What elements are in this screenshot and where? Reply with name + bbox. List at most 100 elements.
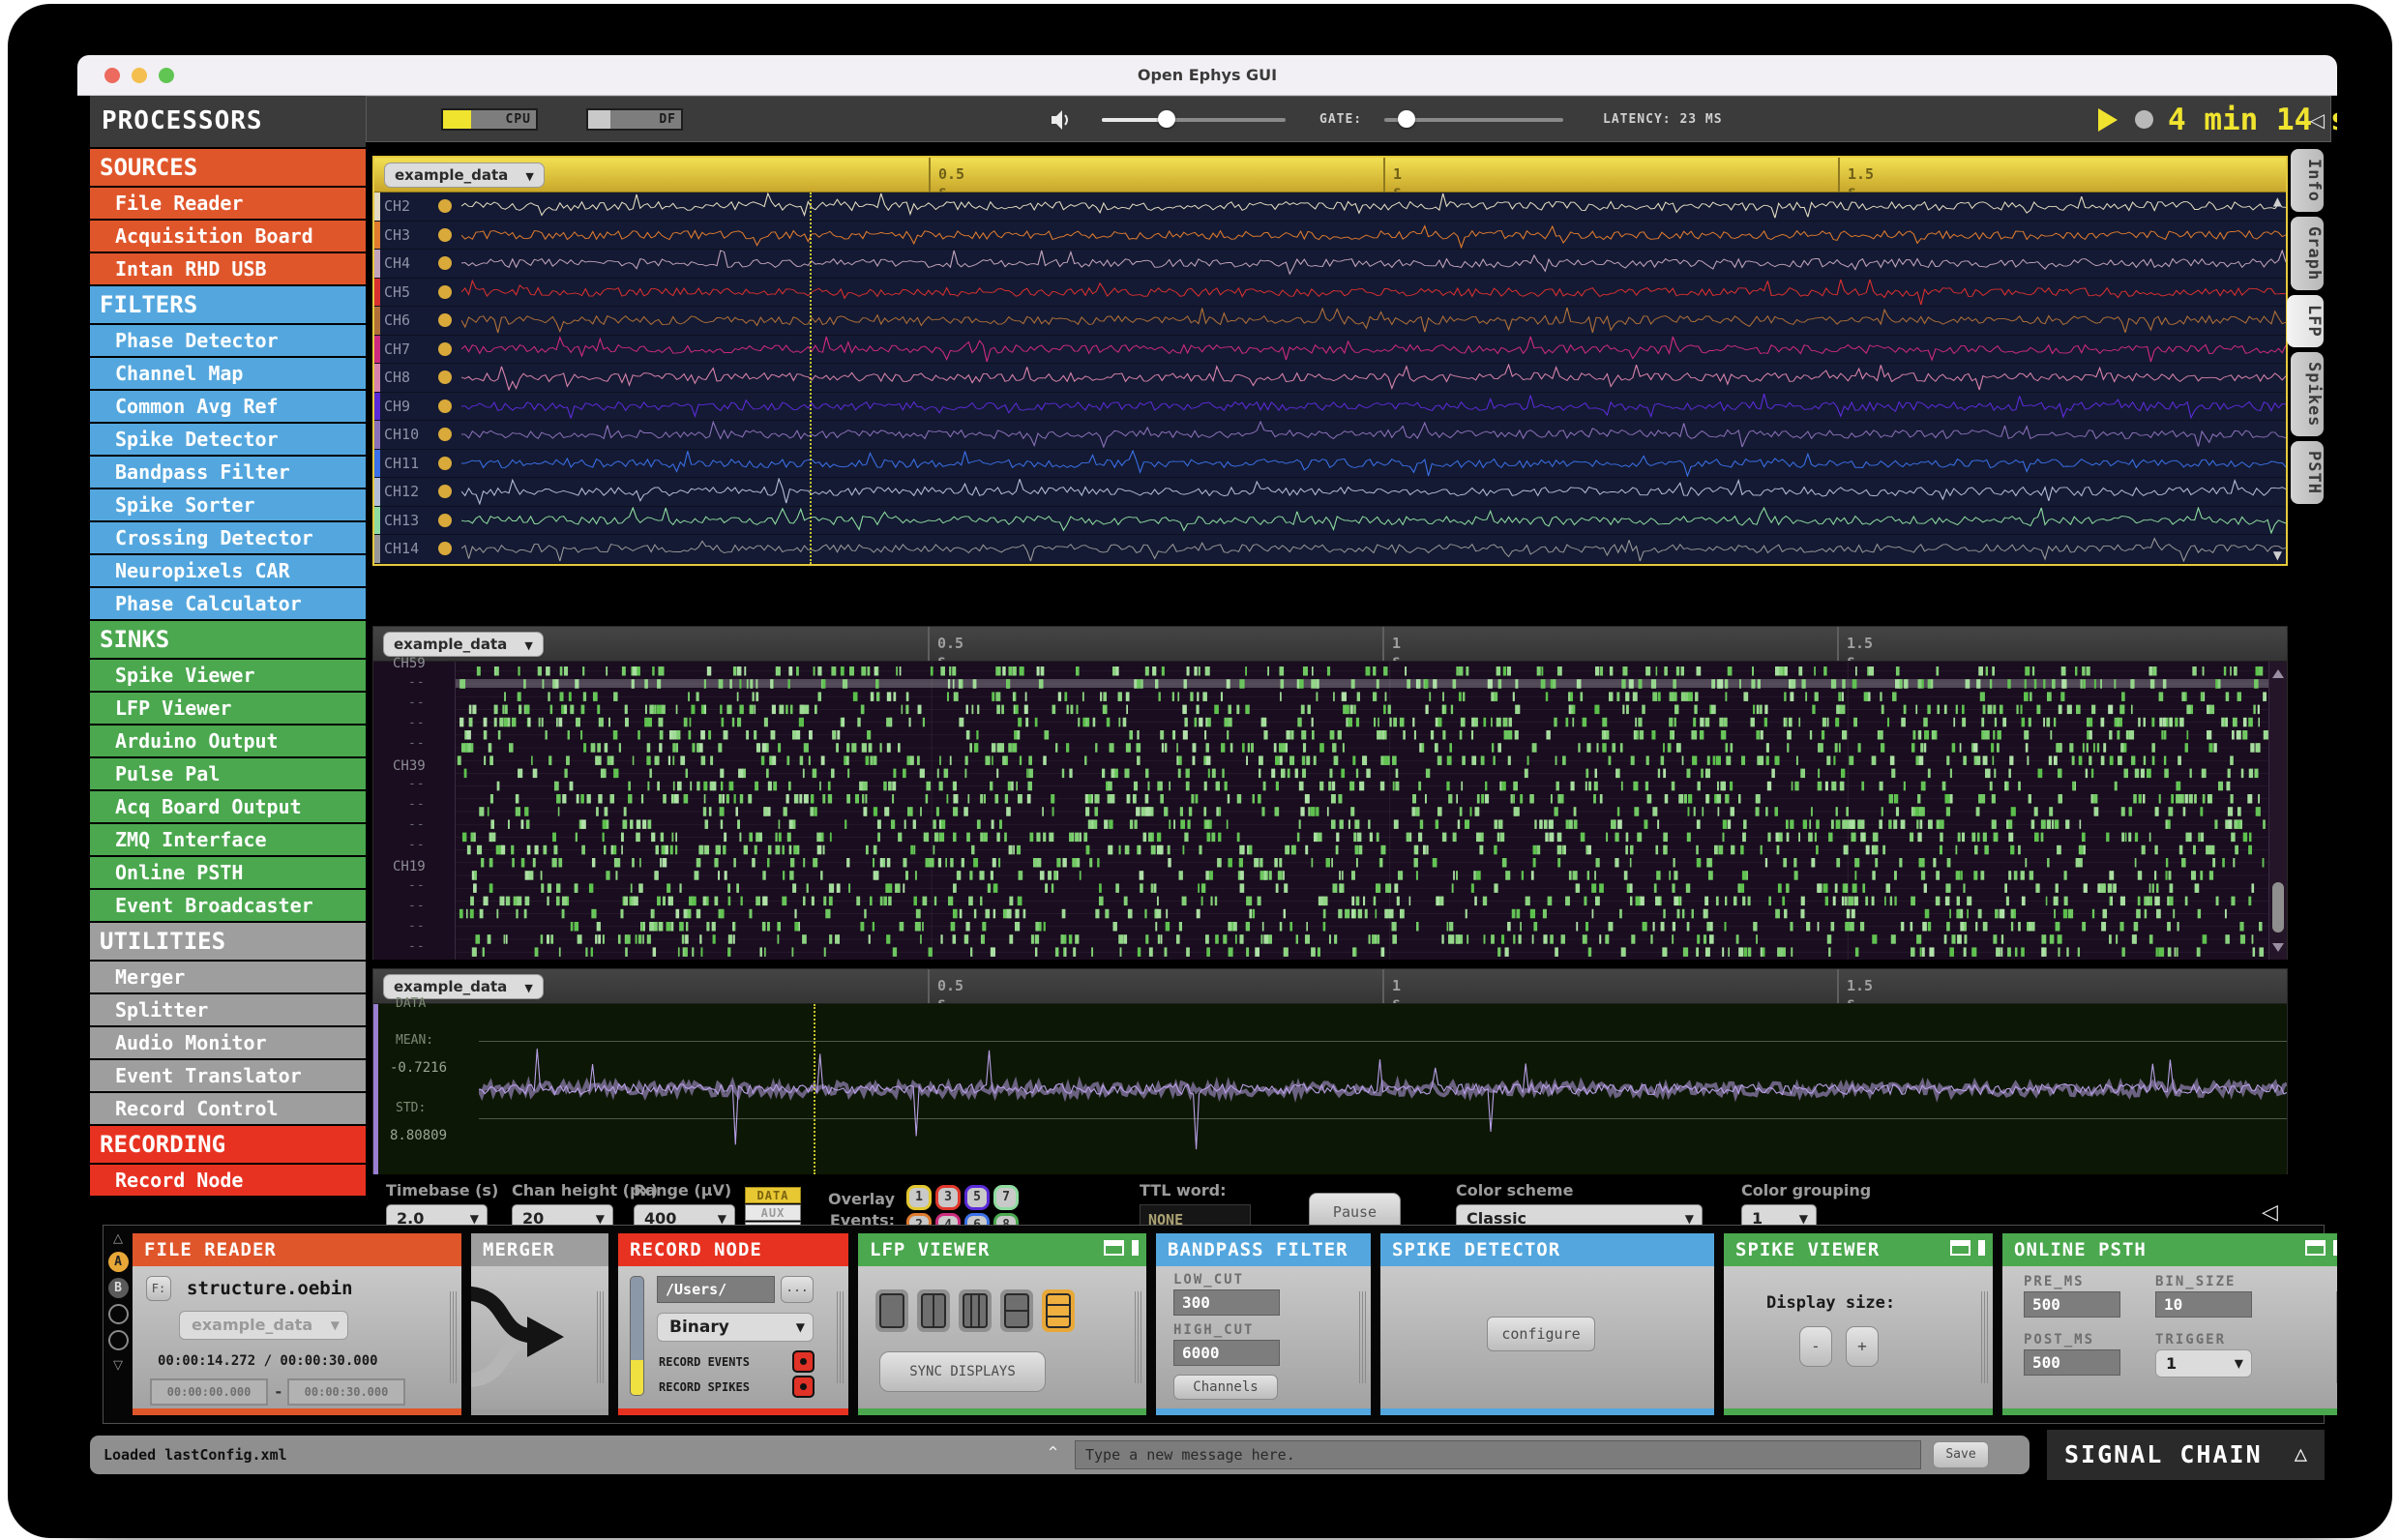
chain-tab-b[interactable]: B [107, 1278, 129, 1298]
scrollbar-thumb[interactable] [2272, 882, 2284, 933]
raster-plot[interactable] [456, 662, 2268, 960]
channel-audio-dot[interactable] [438, 542, 452, 556]
sidebar-item-spike-viewer[interactable]: Spike Viewer [90, 660, 366, 691]
sidebar-item-phase-detector[interactable]: Phase Detector [90, 325, 366, 356]
record-engine-select[interactable]: Binary ▼ [657, 1313, 814, 1342]
channel-audio-dot[interactable] [438, 341, 452, 356]
pin-tab-icon[interactable] [1132, 1240, 1139, 1256]
chain-down-icon[interactable]: ▽ [105, 1358, 131, 1373]
merger-header[interactable]: MERGER [471, 1233, 608, 1266]
channel-audio-dot[interactable] [438, 227, 452, 242]
channel-audio-dot[interactable] [438, 456, 452, 470]
sidebar-item-lfp-viewer[interactable]: LFP Viewer [90, 693, 366, 724]
scroll-down-arrow[interactable] [2272, 943, 2284, 952]
lfp-trace-area[interactable]: ▲ ▼ CH2 CH3 CH4 CH5 CH6 CH7 CH8 CH9 CH10 CH11 CH12… [374, 192, 2286, 564]
channel-row-ch2[interactable]: CH2 [374, 192, 2286, 222]
merger-module[interactable]: MERGER [471, 1233, 608, 1415]
channel-row-ch4[interactable]: CH4 [374, 250, 2286, 279]
lfp-viewer-module[interactable]: LFP VIEWER SYNC DISPLAYS [858, 1233, 1146, 1415]
module-grip[interactable] [597, 1291, 604, 1383]
sidebar-item-pulse-pal[interactable]: Pulse Pal [90, 758, 366, 789]
sidebar-item-record-control[interactable]: Record Control [90, 1093, 366, 1124]
channel-audio-dot[interactable] [438, 370, 452, 385]
viewer-tab-psth[interactable]: PSTH [2291, 441, 2324, 505]
channel-row-ch7[interactable]: CH7 [374, 335, 2286, 364]
viewer-tab-graph[interactable]: Graph [2291, 216, 2324, 291]
record-spikes-toggle[interactable] [792, 1376, 815, 1398]
chain-tab-a[interactable]: A [107, 1252, 129, 1272]
sidebar-item-bandpass-filter[interactable]: Bandpass Filter [90, 457, 366, 488]
channel-row-ch13[interactable]: CH13 [374, 506, 2286, 535]
channel-audio-dot[interactable] [438, 485, 452, 499]
layout-3row-button[interactable] [1042, 1289, 1075, 1332]
channel-audio-dot[interactable] [438, 428, 452, 442]
overlay-event-button-1[interactable]: 1 [906, 1185, 932, 1210]
pin-tab-icon[interactable] [1978, 1240, 1985, 1256]
sidebar-item-common-avg-ref[interactable]: Common Avg Ref [90, 391, 366, 422]
overlay-event-button-3[interactable]: 3 [935, 1185, 961, 1210]
browse-path-button[interactable]: ... [781, 1276, 814, 1303]
chain-tab-empty[interactable] [107, 1330, 129, 1350]
sidebar-item-acquisition-board[interactable]: Acquisition Board [90, 221, 366, 252]
bin-size-field[interactable]: 10 [2155, 1291, 2252, 1318]
play-button[interactable] [2098, 108, 2118, 132]
module-grip[interactable] [1135, 1291, 1141, 1383]
sidebar-item-splitter[interactable]: Splitter [90, 994, 366, 1025]
raster-stream-select[interactable]: example_data ▼ [383, 632, 544, 657]
record-path-field[interactable]: /Users/ [657, 1276, 775, 1303]
spike-detector-header[interactable]: SPIKE DETECTOR [1380, 1233, 1714, 1266]
sidebar-item-file-reader[interactable]: File Reader [90, 188, 366, 219]
channels-button[interactable]: Channels [1173, 1375, 1278, 1400]
volume-slider[interactable] [1102, 110, 1286, 128]
sidebar-item-neuropixels-car[interactable]: Neuropixels CAR [90, 555, 366, 586]
layout-2row-button[interactable] [1000, 1289, 1033, 1332]
layout-2col-button[interactable] [917, 1289, 950, 1332]
size-increase-button[interactable]: + [1846, 1326, 1879, 1367]
sidebar-item-event-translator[interactable]: Event Translator [90, 1060, 366, 1091]
layout-3col-button[interactable] [959, 1289, 992, 1332]
file-stream-select[interactable]: example_data ▼ [179, 1311, 348, 1340]
file-select-button[interactable]: F: [146, 1276, 171, 1301]
sidebar-item-event-broadcaster[interactable]: Event Broadcaster [90, 890, 366, 921]
file-reader-module[interactable]: FILE READER F: structure.oebin example_d… [133, 1233, 461, 1415]
size-decrease-button[interactable]: - [1799, 1326, 1832, 1367]
spike-viewer-header[interactable]: SPIKE VIEWER [1724, 1233, 1993, 1266]
sidebar-item-channel-map[interactable]: Channel Map [90, 358, 366, 389]
channel-row-ch5[interactable]: CH5 [374, 278, 2286, 307]
sidebar-item-crossing-detector[interactable]: Crossing Detector [90, 522, 366, 553]
file-reader-header[interactable]: FILE READER [133, 1233, 461, 1266]
spike-viewer-module[interactable]: SPIKE VIEWER Display size: - + [1724, 1233, 1993, 1415]
pre-ms-field[interactable]: 500 [2024, 1291, 2120, 1318]
sidebar-item-spike-detector[interactable]: Spike Detector [90, 424, 366, 455]
viewer-tab-spikes[interactable]: Spikes [2291, 351, 2324, 437]
raster-scrollbar[interactable] [2268, 662, 2287, 960]
sync-displays-button[interactable]: SYNC DISPLAYS [879, 1351, 1046, 1392]
module-grip[interactable] [2336, 1291, 2337, 1383]
viewer-tab-info[interactable]: Info [2291, 149, 2324, 212]
scroll-down-icon[interactable]: ▼ [2273, 548, 2282, 562]
high-cut-field[interactable]: 6000 [1173, 1340, 1280, 1366]
sidebar-item-spike-sorter[interactable]: Spike Sorter [90, 489, 366, 520]
options-collapse-icon[interactable]: ◁ [2262, 1200, 2278, 1225]
record-button[interactable] [2135, 110, 2153, 129]
overlay-event-button-7[interactable]: 7 [993, 1185, 1019, 1210]
pin-tab-icon[interactable] [2333, 1240, 2337, 1256]
channel-row-ch3[interactable]: CH3 [374, 221, 2286, 250]
sidebar-item-acq-board-output[interactable]: Acq Board Output [90, 791, 366, 822]
spike-detector-module[interactable]: SPIKE DETECTOR configure [1380, 1233, 1714, 1415]
sidebar-item-record-node[interactable]: Record Node [90, 1165, 366, 1196]
sidebar-item-online-psth[interactable]: Online PSTH [90, 857, 366, 888]
module-grip[interactable] [1981, 1291, 1988, 1383]
viewer-tab-lfp[interactable]: LFP [2287, 295, 2324, 347]
sidebar-item-audio-monitor[interactable]: Audio Monitor [90, 1027, 366, 1058]
sidebar-item-intan-rhd-usb[interactable]: Intan RHD USB [90, 253, 366, 284]
bandpass-filter-module[interactable]: BANDPASS FILTER LOW_CUT 300 HIGH_CUT 600… [1156, 1233, 1371, 1415]
lfp-viewer-header[interactable]: LFP VIEWER [858, 1233, 1146, 1266]
channel-row-ch8[interactable]: CH8 [374, 364, 2286, 393]
online-psth-header[interactable]: ONLINE PSTH [2002, 1233, 2337, 1266]
channel-audio-dot[interactable] [438, 284, 452, 299]
layout-1-button[interactable] [875, 1289, 908, 1332]
chain-tab-empty[interactable] [107, 1304, 129, 1324]
start-time-field[interactable]: 00:00:00.000 [150, 1378, 268, 1406]
module-grip[interactable] [450, 1291, 457, 1383]
